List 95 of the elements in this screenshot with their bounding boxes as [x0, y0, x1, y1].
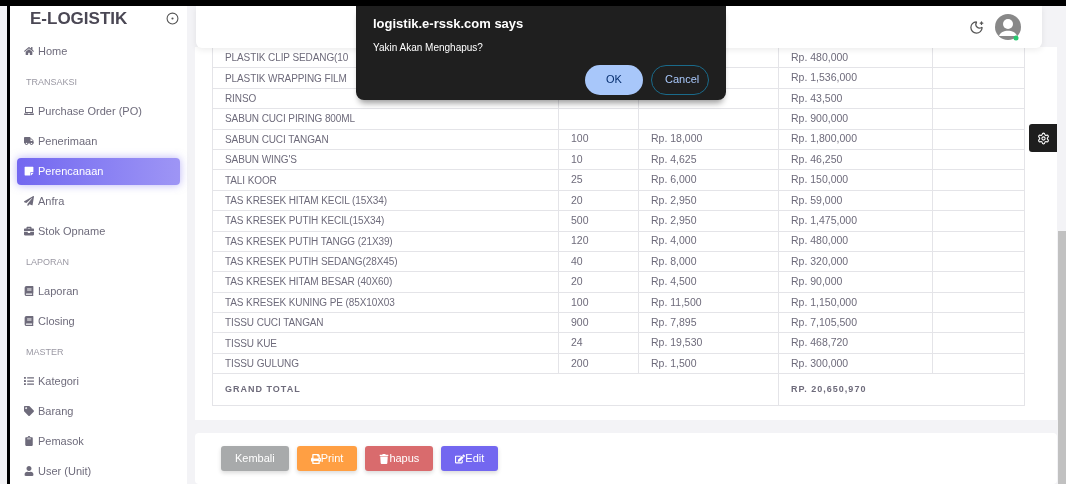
price-cell: Rp. 11,500	[639, 292, 779, 313]
price-cell: Rp. 1,500	[639, 353, 779, 374]
total-cell: Rp. 468,720	[779, 333, 933, 353]
quantity-cell: 200	[559, 353, 639, 374]
item-name-cell: SABUN CUCI PIRING 800ML	[213, 109, 559, 129]
sidebar-item[interactable]: Anfra	[17, 187, 180, 215]
price-cell: Rp. 2,950	[639, 211, 779, 231]
sidebar-item[interactable]: Stok Opname	[17, 217, 180, 245]
item-name-cell: TAS KRESEK PUTIH TANGG (21X39)	[213, 231, 559, 251]
total-cell: Rp. 1,150,000	[779, 292, 933, 313]
printer-icon	[310, 453, 321, 464]
total-cell: Rp. 480,000	[779, 231, 933, 251]
sidebar-item[interactable]: Perencanaan	[17, 157, 180, 185]
price-cell: Rp. 19,530	[639, 333, 779, 353]
paper-plane-icon	[24, 196, 34, 206]
total-cell: Rp. 7,105,500	[779, 313, 933, 333]
total-cell: Rp. 1,800,000	[779, 129, 933, 149]
tag-icon	[24, 406, 34, 416]
total-cell: Rp. 1,536,000	[779, 68, 933, 88]
scrollbar-thumb[interactable]	[1058, 231, 1066, 484]
truck-icon	[24, 136, 34, 146]
price-cell: Rp. 4,000	[639, 231, 779, 251]
book-icon	[24, 286, 34, 296]
section-header: MASTER	[25, 345, 65, 359]
price-cell: Rp. 8,000	[639, 251, 779, 272]
settings-button[interactable]	[1029, 124, 1057, 152]
item-name-cell: TISSU CUCI TANGAN	[213, 313, 559, 333]
item-name-cell: TALI KOOR	[213, 170, 559, 190]
price-cell: Rp. 4,500	[639, 272, 779, 292]
dialog-title: logistik.e-rssk.com says	[373, 15, 525, 33]
laptop-icon	[24, 106, 34, 116]
home-icon	[24, 46, 34, 56]
quantity-cell: 500	[559, 211, 639, 231]
sidebar-item[interactable]: Laporan	[17, 277, 180, 305]
quantity-cell: 20	[559, 272, 639, 292]
sidebar-item[interactable]: Home	[17, 37, 180, 65]
quantity-cell: 100	[559, 129, 639, 149]
sidebar-item[interactable]: Penerimaan	[17, 127, 180, 155]
sidebar-item[interactable]: Pemasok	[17, 427, 180, 455]
total-cell: Rp. 1,475,000	[779, 211, 933, 231]
item-name-cell: TAS KRESEK HITAM KECIL (15X34)	[213, 190, 559, 211]
quantity-cell: 25	[559, 170, 639, 190]
total-cell: Rp. 59,000	[779, 190, 933, 211]
sidebar-item[interactable]: Kategori	[17, 367, 180, 395]
brand-title: E-LOGISTIK	[30, 8, 128, 30]
grand-total-value: RP. 20,650,970	[790, 383, 868, 396]
quantity-cell: 40	[559, 251, 639, 272]
quantity-cell: 10	[559, 149, 639, 170]
quantity-cell: 120	[559, 231, 639, 251]
delete-button[interactable]: hapus	[365, 446, 434, 472]
item-name-cell: TAS KRESEK PUTIH KECIL(15X34)	[213, 211, 559, 231]
dark-mode-icon[interactable]	[969, 19, 984, 35]
item-name-cell: TISSU GULUNG	[213, 353, 559, 374]
item-name-cell: SABUN WING'S	[213, 149, 559, 170]
grand-total-label: GRAND TOTAL	[213, 374, 779, 406]
price-cell: Rp. 7,895	[639, 313, 779, 333]
item-name-cell: TISSU KUE	[213, 333, 559, 353]
item-name-cell: TAS KRESEK HITAM BESAR (40X60)	[213, 272, 559, 292]
sidebar-item[interactable]: Purchase Order (PO)	[17, 97, 180, 125]
sidebar-item[interactable]: Barang	[17, 397, 180, 425]
sidebar-item[interactable]: User (Unit)	[17, 457, 180, 484]
total-cell: Rp. 900,000	[779, 109, 933, 129]
item-name-cell: SABUN CUCI TANGAN	[213, 129, 559, 149]
settings-icon	[1036, 131, 1050, 145]
total-cell: Rp. 46,250	[779, 149, 933, 170]
total-cell: Rp. 90,000	[779, 272, 933, 292]
price-cell: Rp. 4,625	[639, 149, 779, 170]
quantity-cell: 900	[559, 313, 639, 333]
price-cell: Rp. 18,000	[639, 129, 779, 149]
total-cell: Rp. 300,000	[779, 353, 933, 374]
trash-icon	[379, 453, 390, 464]
note-icon	[24, 166, 34, 176]
total-cell: Rp. 150,000	[779, 170, 933, 190]
total-cell: Rp. 320,000	[779, 251, 933, 272]
quantity-cell: 20	[559, 190, 639, 211]
list-icon	[24, 376, 34, 386]
item-name-cell: TAS KRESEK KUNING PE (85X10X03	[213, 292, 559, 313]
price-cell: Rp. 2,950	[639, 190, 779, 211]
ok-button[interactable]: OK	[585, 64, 643, 95]
edit-button[interactable]: Edit	[441, 446, 499, 472]
edit-icon	[455, 453, 466, 464]
avatar-icon[interactable]	[994, 13, 1022, 41]
sidebar-item[interactable]: Closing	[17, 307, 180, 335]
section-header: TRANSAKSI	[25, 75, 78, 89]
total-cell: Rp. 43,500	[779, 88, 933, 109]
item-name-cell: TAS KRESEK PUTIH SEDANG(28X45)	[213, 251, 559, 272]
quantity-cell: 100	[559, 292, 639, 313]
briefcase-icon	[24, 226, 34, 236]
section-header: LAPORAN	[25, 255, 70, 269]
sidebar-toggle-icon[interactable]	[166, 12, 179, 26]
quantity-cell: 24	[559, 333, 639, 353]
book-icon	[24, 316, 34, 326]
clipboard-icon	[24, 436, 34, 446]
price-cell: Rp. 6,000	[639, 170, 779, 190]
user-icon	[24, 466, 34, 476]
